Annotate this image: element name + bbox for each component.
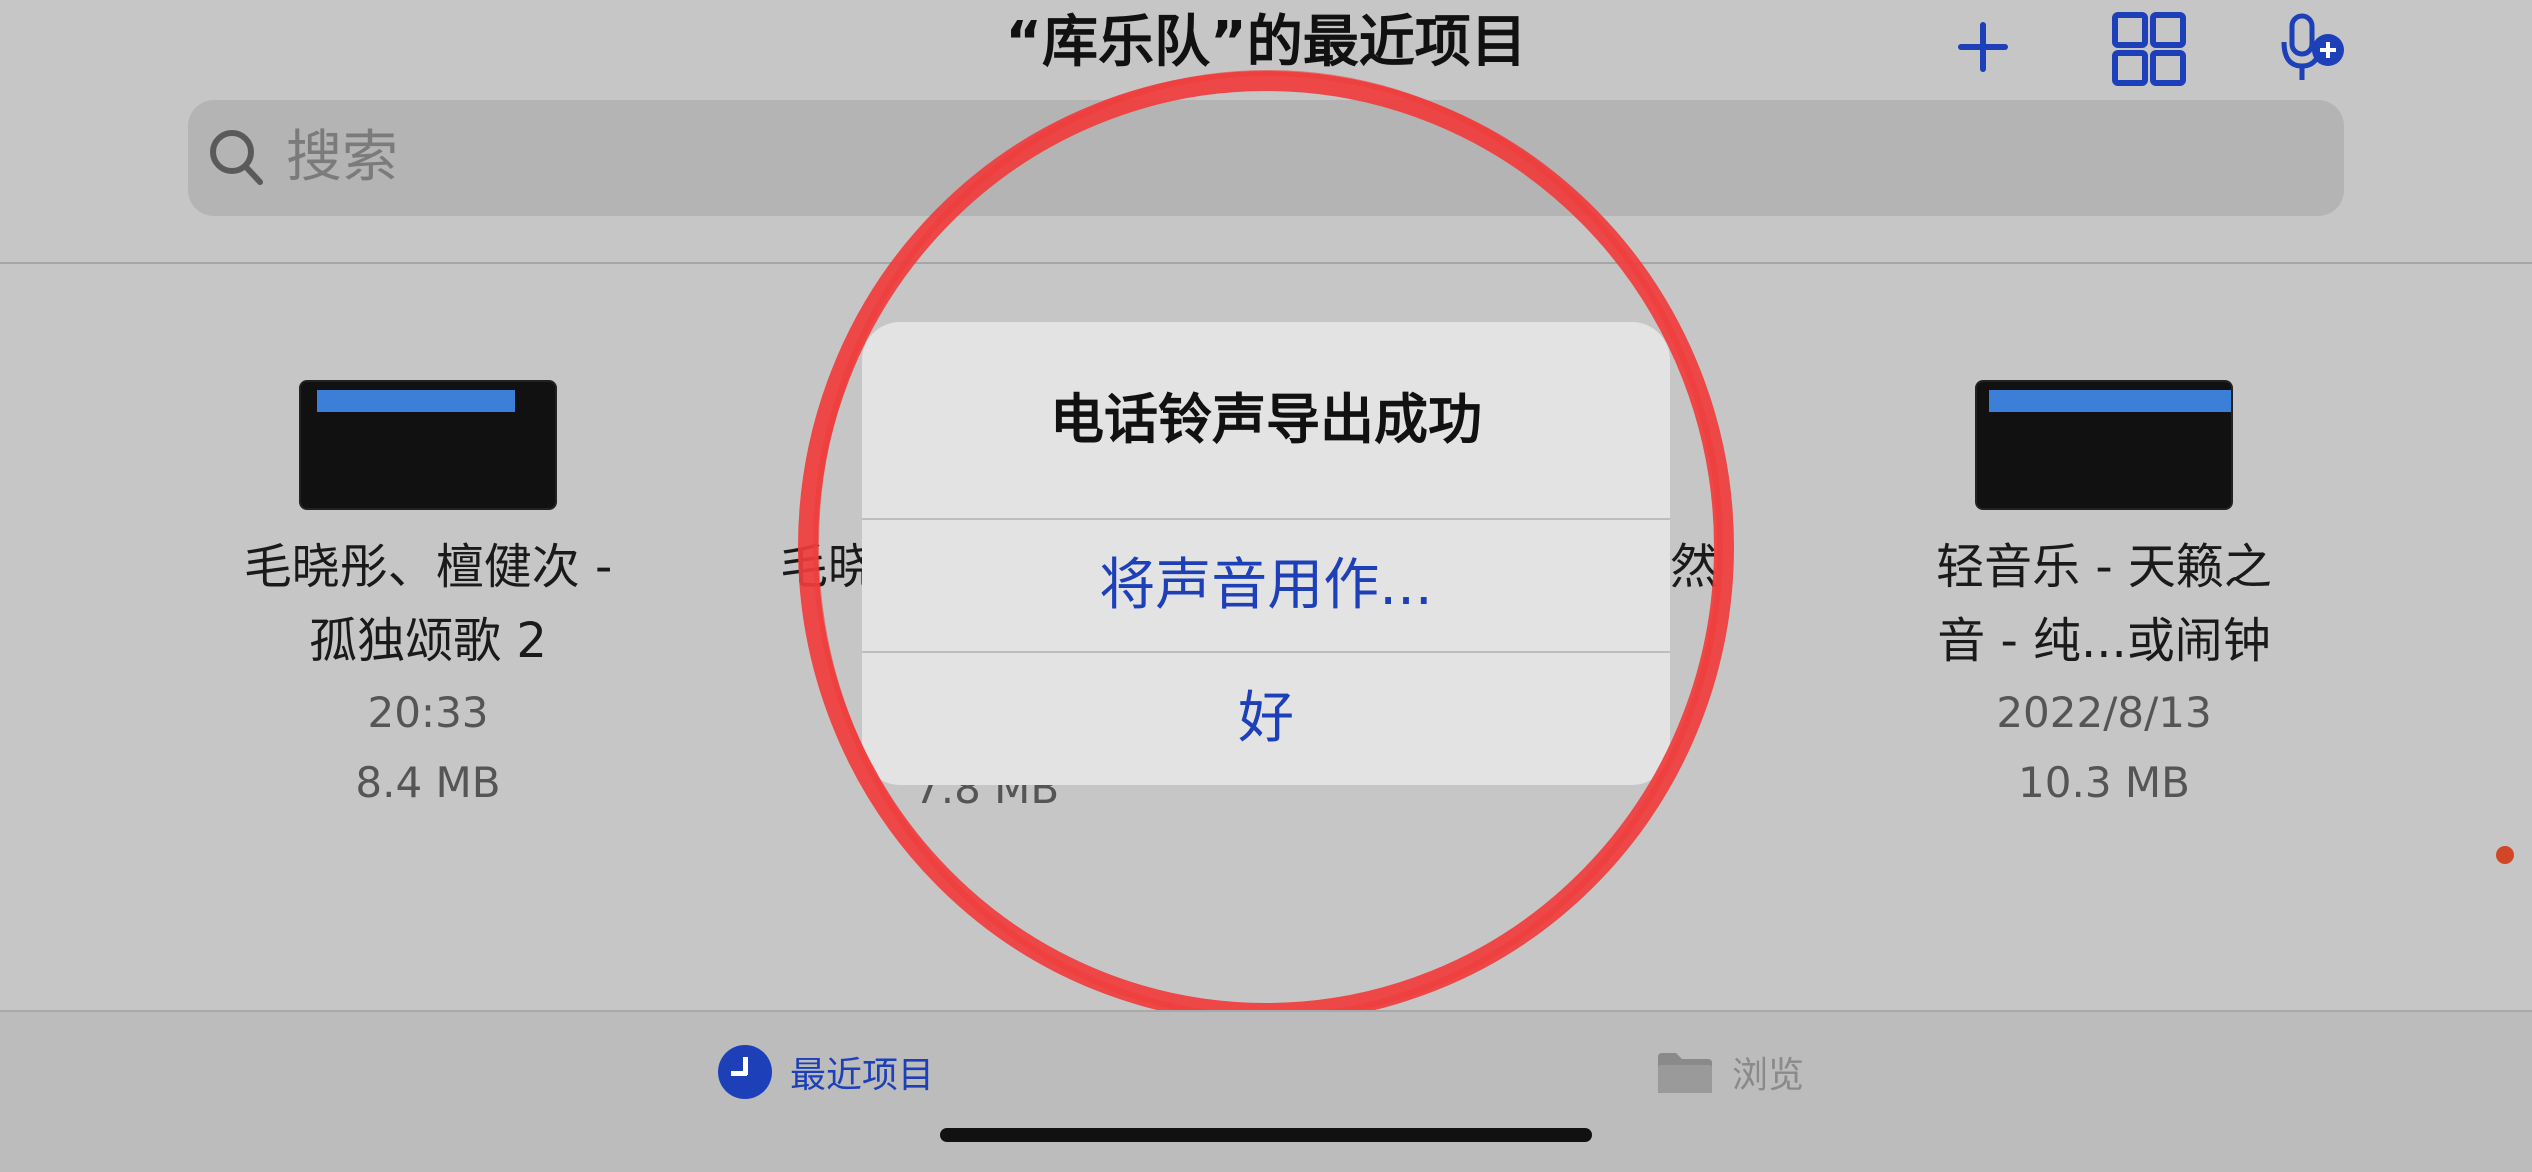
folder-icon [1658, 1053, 1712, 1093]
plus-icon[interactable] [1948, 6, 2018, 90]
file-name-fragment: 然 [1670, 539, 1719, 595]
project-thumbnail [299, 380, 557, 510]
tab-recent-label: 最近项目 [790, 1055, 935, 1096]
search-input[interactable]: 搜索 [286, 100, 398, 216]
tab-browse-label: 浏览 [1732, 1055, 1805, 1096]
dialog-title: 电话铃声导出成功 [1050, 388, 1482, 451]
file-item[interactable]: 毛晓彤、檀健次 - 孤独颂歌 2 20:33 8.4 MB [218, 380, 638, 818]
grid-view-icon[interactable] [2108, 6, 2188, 90]
search-bar[interactable]: 搜索 [188, 100, 2344, 216]
alert-dialog: 电话铃声导出成功 将声音用作... 好 [862, 322, 1670, 785]
file-time: 20:33 [367, 688, 489, 737]
project-thumbnail [1975, 380, 2233, 510]
home-indicator [940, 1128, 1592, 1142]
clock-icon [718, 1045, 772, 1099]
tab-bar: 最近项目 浏览 [0, 1010, 2532, 1172]
file-name-line1: 毛晓彤、檀健次 - [243, 539, 613, 595]
file-item[interactable]: 轻音乐 - 天籁之 音 - 纯...或闹钟 2022/8/13 10.3 MB [1894, 380, 2314, 818]
indicator-dot [2496, 846, 2514, 864]
file-size: 8.4 MB [355, 758, 501, 807]
file-time: 2022/8/13 [1996, 688, 2212, 737]
file-size: 10.3 MB [2018, 758, 2190, 807]
search-icon [210, 130, 263, 185]
header-divider [0, 262, 2532, 264]
file-name-line2: 音 - 纯...或闹钟 [1937, 613, 2271, 669]
file-name-line1: 轻音乐 - 天籁之 [1936, 539, 2272, 595]
file-name-line2: 孤独颂歌 2 [309, 613, 547, 669]
ok-button[interactable]: 好 [862, 653, 1670, 784]
use-sound-as-button[interactable]: 将声音用作... [862, 520, 1670, 651]
mic-add-icon[interactable] [2278, 6, 2358, 90]
tab-recent[interactable]: 最近项目 [718, 1042, 934, 1102]
tab-browse[interactable]: 浏览 [1656, 1042, 1804, 1102]
